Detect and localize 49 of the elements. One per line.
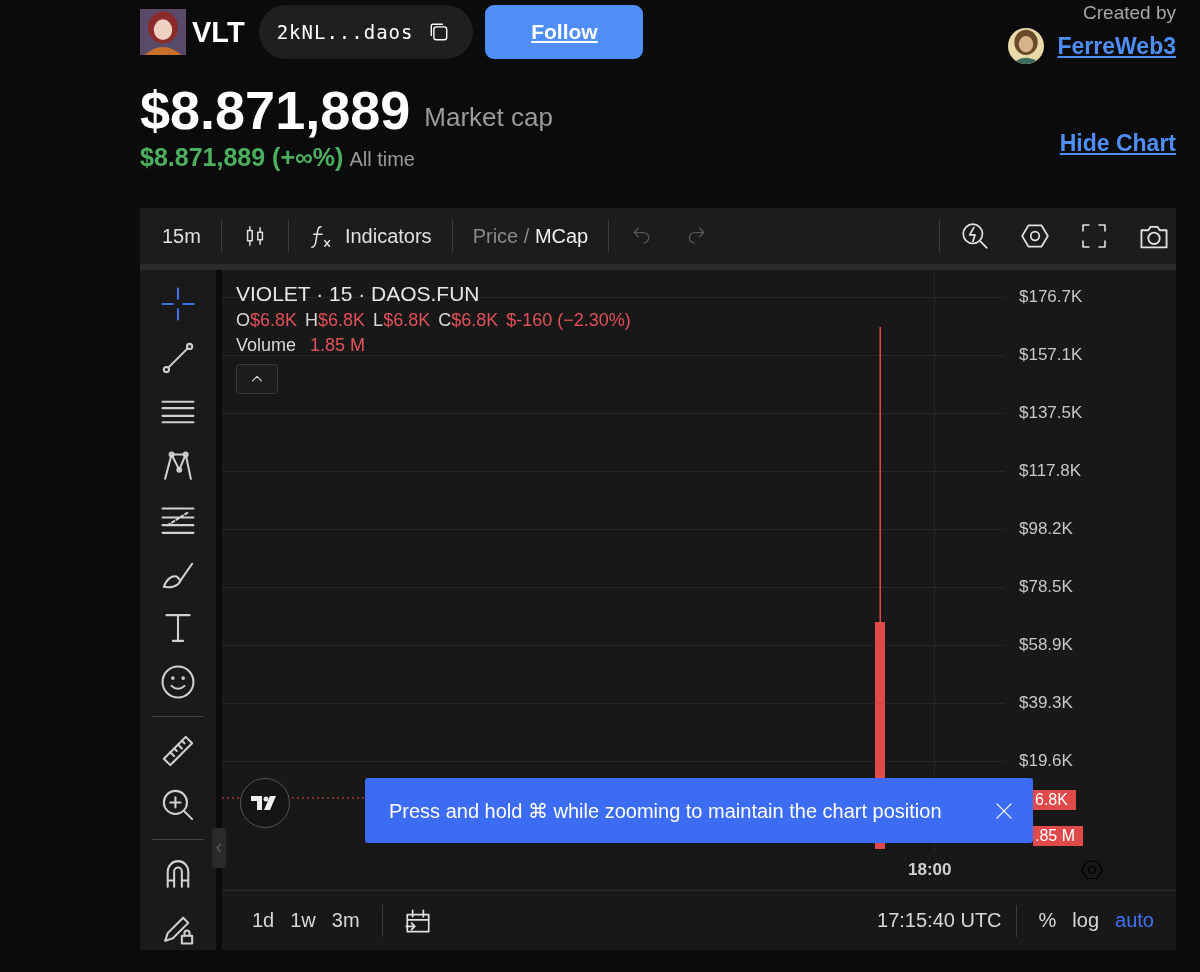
ohlc-key: C	[438, 310, 452, 331]
fullscreen-icon[interactable]	[1080, 222, 1108, 250]
ohlc-value: $6.8K	[318, 310, 366, 331]
period-label: All time	[349, 148, 415, 171]
ohlc-value: $6.8K	[383, 310, 431, 331]
clock: 17:15:40 UTC	[877, 909, 1002, 932]
toast-message: Press and hold ⌘ while zooming to maintain the chart position	[389, 798, 942, 823]
price-axis-label: $117.8K	[1019, 461, 1082, 481]
scale-button[interactable]: log	[1064, 909, 1108, 932]
ohlc-key: L	[373, 310, 384, 331]
volume-value: 1.85 M	[310, 335, 366, 356]
zap-search-icon[interactable]	[960, 221, 990, 251]
scale-button[interactable]: %	[1030, 909, 1065, 932]
market-cap-label: Market cap	[424, 101, 553, 133]
hide-chart-link[interactable]: Hide Chart	[1059, 130, 1176, 157]
tradingview-logo[interactable]	[240, 778, 290, 828]
ohlc-value: $6.8K	[451, 310, 499, 331]
interval-button[interactable]: 15m	[156, 224, 207, 248]
time-axis-label: 18:00	[908, 860, 952, 880]
settings-icon[interactable]	[1020, 221, 1050, 251]
price-axis-label: $39.3K	[1019, 693, 1073, 713]
ohlc-value: $6.8K	[250, 310, 298, 331]
price-change: $-160 (−2.30%)	[506, 310, 631, 331]
range-button[interactable]: 3m	[323, 909, 368, 932]
market-cap-value: $8.871,889	[140, 79, 411, 141]
price-axis-label: $98.2K	[1019, 519, 1073, 539]
range-button[interactable]: 1d	[244, 909, 283, 932]
price-axis-label: $157.1K	[1019, 345, 1083, 365]
volume-label: Volume	[236, 335, 297, 356]
price-axis-label: $176.7K	[1019, 287, 1083, 307]
range-button[interactable]: 1w	[282, 909, 324, 932]
price-tag: 6.8K	[1033, 790, 1076, 810]
chart-title: VIOLET · 15 · DAOS.FUN	[236, 282, 481, 306]
ohlc-key: H	[305, 310, 319, 331]
price-axis-label: $19.6K	[1019, 751, 1073, 771]
price-axis-label: $78.5K	[1019, 577, 1073, 597]
price-axis-label: $137.5K	[1019, 403, 1083, 423]
address-chip[interactable]: 2kNL...daos	[258, 5, 474, 59]
created-by-label: Created by	[1083, 2, 1176, 24]
scale-button[interactable]: auto	[1107, 909, 1162, 932]
indicators-button[interactable]: Indicators	[302, 223, 438, 249]
price-axis-label: $58.9K	[1019, 635, 1073, 655]
ohlc-key: O	[236, 310, 250, 331]
price-tag: .85 M	[1033, 826, 1083, 846]
creator-link[interactable]: FerreWeb3	[1057, 32, 1176, 60]
token-symbol: VLT	[192, 15, 245, 49]
price-mcap-toggle[interactable]: Price / MCap	[466, 224, 595, 248]
market-cap-change: $8.871,889 (+∞%)	[140, 143, 344, 172]
collapse-handle[interactable]	[212, 828, 226, 868]
